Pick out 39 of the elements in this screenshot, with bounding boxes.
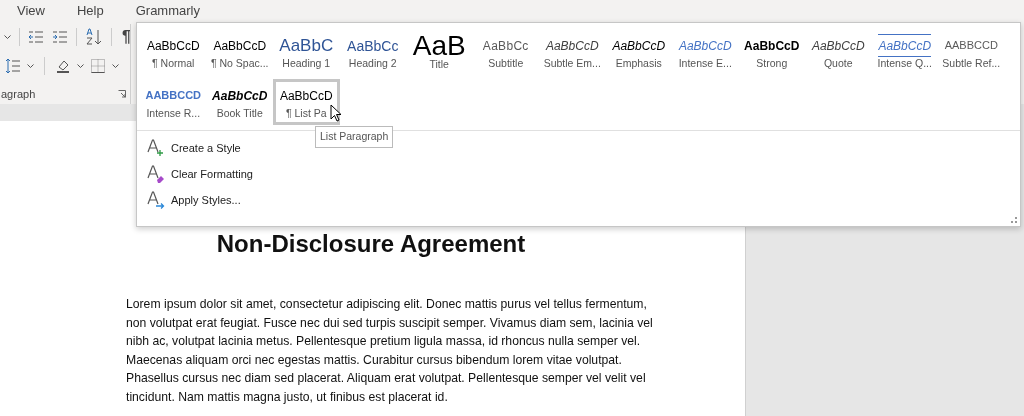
style-name: Intense E...	[678, 57, 732, 70]
style-preview: AaBbCcD	[212, 87, 268, 105]
menu-label: Clear Formatting	[171, 166, 253, 182]
style-preview: AABBCCD	[944, 38, 998, 53]
document-paragraph: Lorem ipsum dolor sit amet, consectetur adipiscing elit. Donec mattis purus vel tellus fermentum, non volutpat erat feugiat. Fusce nec dui sed turpis suscipit semper. Vivamus diam sem, lacinia vel nibh ac, volutpat lacinia metus. Pellentesque pretium ligula massa, id rhoncus nulla semper vel. Maecenas aliquam orci nec egestas mattis. Curabitur cursus bibendum lorem vitae volutpat. Phasellus cursus nec diam sed placerat. Aliquam erat volutpat. Pellentesque semper vel velit vel tincidunt. Nam mattis magna justo, ut finibus est placerat id.	[126, 296, 654, 406]
style-name: Book Title	[216, 107, 263, 120]
style-name: Intense Q...	[877, 57, 932, 70]
style-name: Heading 1	[282, 57, 331, 70]
style-preview: AaBbCcD	[279, 87, 333, 105]
style-preview: AaBbC	[279, 35, 334, 57]
style-name: ¶ List Pa	[285, 107, 327, 120]
style-preview: AaBbCc	[347, 36, 399, 56]
style-preview: AaBbCcD	[545, 37, 599, 55]
style-name: Subtitle	[488, 57, 524, 70]
style-preview: AaBbCcD	[811, 37, 865, 55]
style-name: Subtle Ref...	[942, 57, 1001, 70]
style-name: Intense R...	[146, 107, 201, 120]
style-preview: AaBbCcD	[612, 37, 666, 55]
style-name: Emphasis	[615, 57, 662, 70]
document-heading: Non-Disclosure Agreement	[215, 229, 527, 259]
style-preview: AABBCCD	[145, 88, 202, 103]
style-preview: AaBbCc	[482, 37, 529, 55]
menu-label: Create a Style	[171, 140, 241, 156]
tooltip: List Paragraph	[315, 126, 394, 148]
style-preview: AaB	[412, 34, 466, 58]
style-name: Strong	[756, 57, 788, 70]
group-label: agraph	[1, 87, 36, 102]
style-name: Title	[429, 58, 449, 71]
style-preview: AaBbCcD	[744, 37, 800, 55]
style-name: ¶ Normal	[152, 57, 195, 70]
style-name: Quote	[823, 57, 853, 70]
style-preview: AaBbCcD	[678, 37, 732, 55]
style-preview: AaBbCcD	[878, 34, 932, 57]
style-preview: AaBbCcD	[213, 37, 267, 55]
style-name: ¶ No Spac...	[210, 57, 269, 70]
style-name: Heading 2	[348, 57, 397, 70]
style-preview: AaBbCcD	[146, 37, 200, 55]
style-name: Subtle Em...	[543, 57, 601, 70]
menu-label: Apply Styles...	[171, 192, 241, 208]
